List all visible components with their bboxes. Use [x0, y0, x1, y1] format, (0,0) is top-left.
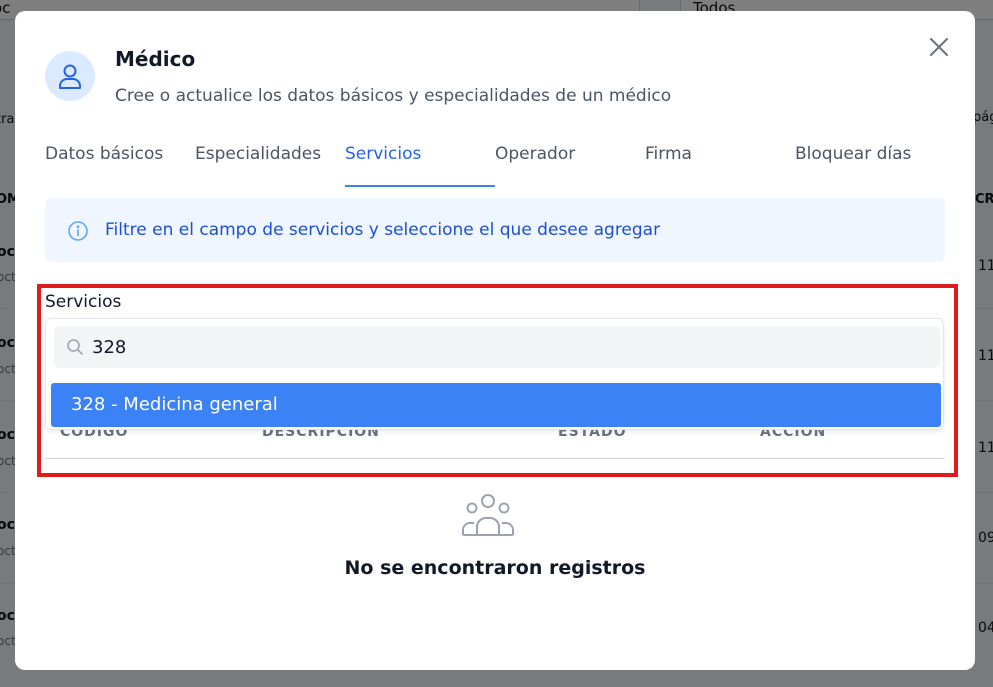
tab-servicios[interactable]: Servicios [345, 141, 421, 189]
info-text: Filtre en el campo de servicios y selecc… [105, 220, 661, 240]
tab-datos-basicos[interactable]: Datos básicos [45, 141, 163, 189]
empty-state-text: No se encontraron registros [344, 557, 646, 579]
column-header-codigo: CÓDIGO [60, 430, 129, 440]
tab-bloquear-dias[interactable]: Bloquear días [795, 141, 911, 189]
option-medicina-general[interactable]: 328 - Medicina general [51, 383, 941, 427]
active-tab-indicator [345, 185, 495, 187]
medico-modal: Médico Cree o actualice los datos básico… [15, 11, 975, 670]
tab-bar: Datos básicos Especialidades Servicios O… [45, 141, 945, 189]
table-divider [45, 458, 945, 459]
close-icon[interactable] [927, 35, 951, 59]
servicios-search-input[interactable] [92, 334, 912, 360]
services-table-header: CÓDIGO DESCRIPCIÓN ESTADO ACCIÓN [45, 430, 945, 458]
column-header-descripcion: DESCRIPCIÓN [262, 430, 380, 440]
servicios-search-field[interactable] [54, 326, 940, 368]
info-alert: Filtre en el campo de servicios y selecc… [45, 198, 945, 262]
servicios-combobox: 328 - Medicina general [45, 318, 944, 430]
modal-title: Médico [115, 47, 196, 71]
tab-firma[interactable]: Firma [645, 141, 692, 189]
column-header-estado: ESTADO [558, 430, 627, 440]
info-icon [67, 220, 89, 242]
modal-subtitle: Cree o actualice los datos básicos y esp… [115, 86, 672, 106]
search-icon [66, 338, 84, 356]
user-icon [45, 51, 95, 101]
users-icon [460, 491, 516, 539]
tab-operador[interactable]: Operador [495, 141, 575, 189]
tab-especialidades[interactable]: Especialidades [195, 141, 321, 189]
column-header-accion: ACCIÓN [760, 430, 827, 440]
servicios-label: Servicios [45, 292, 122, 312]
